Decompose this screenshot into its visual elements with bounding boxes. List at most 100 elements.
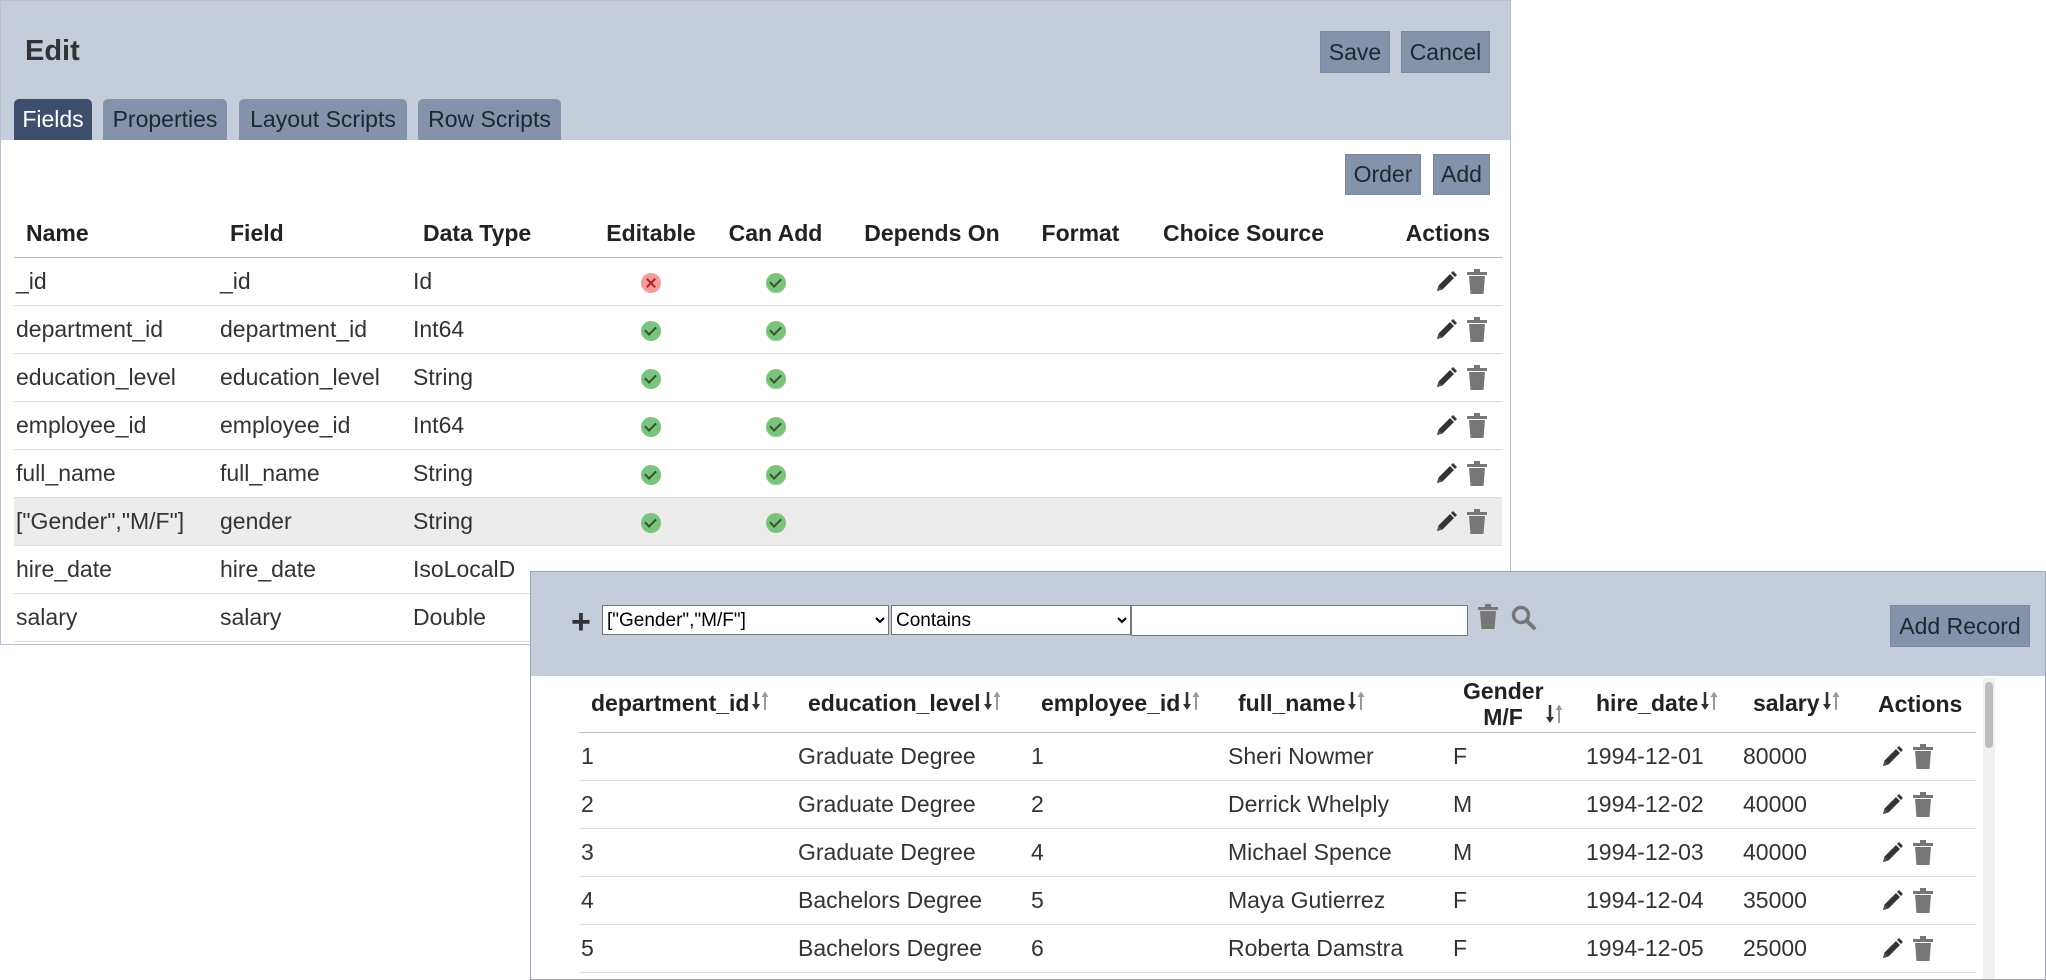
can-add-cell [710,401,841,450]
clear-filter-trash-icon[interactable] [1477,604,1499,630]
can-add-cell [710,305,841,354]
fields-header-row: Name Field Data Type Editable Can Add De… [14,209,1502,258]
field-cell: education_level [218,353,411,402]
check-icon [641,464,661,485]
table-row[interactable]: 4 Bachelors Degree 5 Maya Gutierrez F 1994-12… [579,876,1976,925]
depends-on-cell [841,257,1023,306]
column-header[interactable]: hire_date [1584,676,1741,733]
column-header[interactable]: department_id [579,676,796,733]
check-icon [765,320,786,341]
save-button[interactable]: Save [1320,31,1390,73]
employee-id-cell: 4 [1029,828,1226,877]
sort-icon[interactable] [1182,690,1202,718]
table-row[interactable]: 5 Bachelors Degree 6 Roberta Damstra F 1994-1… [579,924,1976,973]
sort-icon[interactable] [1347,690,1367,718]
sort-icon[interactable] [1822,690,1842,718]
column-header: Field [218,209,411,258]
delete-trash-icon[interactable] [1466,269,1488,295]
check-icon [641,320,661,341]
depends-on-cell [841,305,1023,354]
edit-pencil-icon[interactable] [1434,270,1458,294]
hire-date-cell: 1994-12-04 [1584,876,1741,925]
table-row[interactable]: 3 Graduate Degree 4 Michael Spence M 1994-12-… [579,828,1976,877]
column-header[interactable]: employee_id [1029,676,1226,733]
column-header[interactable]: Gender M/F [1451,676,1584,733]
format-cell [1023,401,1138,450]
delete-trash-icon[interactable] [1912,936,1934,962]
vertical-scrollbar[interactable] [1983,678,1995,979]
edit-pencil-icon[interactable] [1880,745,1904,769]
delete-trash-icon[interactable] [1912,792,1934,818]
sort-icon[interactable] [751,690,771,718]
add-field-button[interactable]: Add [1433,154,1490,195]
column-header-label: salary [1753,689,1820,716]
edit-pencil-icon[interactable] [1434,414,1458,438]
sort-icon[interactable] [983,690,1003,718]
delete-trash-icon[interactable] [1466,509,1488,535]
field-cell: _id [218,257,411,306]
delete-trash-icon[interactable] [1912,744,1934,770]
hire-date-cell: 1994-12-02 [1584,780,1741,829]
delete-trash-icon[interactable] [1912,888,1934,914]
delete-trash-icon[interactable] [1466,413,1488,439]
field-name-cell: full_name [14,449,218,498]
x-icon [641,272,661,293]
field-row[interactable]: education_level education_level String [14,353,1502,402]
edit-pencil-icon[interactable] [1880,889,1904,913]
column-header-label: Actions [1878,690,1963,717]
field-row[interactable]: ["Gender","M/F"] gender String [14,497,1502,546]
sort-icon[interactable] [1545,703,1565,730]
column-header: Format [1023,209,1138,258]
delete-trash-icon[interactable] [1912,840,1934,866]
edit-pencil-icon[interactable] [1434,510,1458,534]
gender-cell: M [1451,828,1584,877]
check-icon [641,512,661,533]
salary-cell: 35000 [1741,876,1866,925]
table-row[interactable]: 1 Graduate Degree 1 Sheri Nowmer F 1994-12-01… [579,732,1976,781]
actions-cell [1349,449,1502,498]
column-header[interactable]: education_level [796,676,1029,733]
edit-pencil-icon[interactable] [1434,318,1458,342]
edit-panel: Edit Save Cancel Fields Properties Layou… [0,0,1511,645]
choice-source-cell [1138,305,1349,354]
format-cell [1023,305,1138,354]
tab-fields[interactable]: Fields [14,99,92,140]
edit-pencil-icon[interactable] [1434,462,1458,486]
tab-properties[interactable]: Properties [103,99,227,140]
field-row[interactable]: department_id department_id Int64 [14,305,1502,354]
full-name-cell: Roberta Damstra [1226,924,1451,973]
field-cell: salary [218,593,411,642]
table-row[interactable]: 2 Graduate Degree 2 Derrick Whelply M 1994-12… [579,780,1976,829]
choice-source-cell [1138,449,1349,498]
column-header[interactable]: full_name [1226,676,1451,733]
full-name-cell: Maya Gutierrez [1226,876,1451,925]
add-record-button[interactable]: Add Record [1890,605,2030,647]
tab-layout-scripts[interactable]: Layout Scripts [239,99,407,140]
delete-trash-icon[interactable] [1466,365,1488,391]
can-add-cell [710,497,841,546]
column-header[interactable]: salary [1741,676,1866,733]
tab-row-scripts[interactable]: Row Scripts [418,99,561,140]
filter-field-select[interactable]: ["Gender","M/F"] [602,605,889,635]
filter-value-input[interactable] [1131,605,1468,636]
edit-pencil-icon[interactable] [1880,937,1904,961]
sort-icon[interactable] [1700,690,1720,718]
field-cell: hire_date [218,545,411,594]
education-level-cell: Graduate Degree [796,780,1029,829]
field-row[interactable]: full_name full_name String [14,449,1502,498]
filter-operator-select[interactable]: Contains [891,605,1131,635]
edit-pencil-icon[interactable] [1434,366,1458,390]
column-header: Can Add [710,209,841,258]
delete-trash-icon[interactable] [1466,461,1488,487]
order-button[interactable]: Order [1345,154,1421,195]
scrollbar-thumb[interactable] [1985,682,1993,748]
delete-trash-icon[interactable] [1466,317,1488,343]
field-row[interactable]: employee_id employee_id Int64 [14,401,1502,450]
education-level-cell: Graduate Degree [796,828,1029,877]
edit-pencil-icon[interactable] [1880,841,1904,865]
field-row[interactable]: _id _id Id [14,257,1502,306]
add-filter-icon[interactable]: + [571,605,591,639]
edit-pencil-icon[interactable] [1880,793,1904,817]
cancel-button[interactable]: Cancel [1401,31,1490,73]
search-icon[interactable] [1511,605,1537,631]
